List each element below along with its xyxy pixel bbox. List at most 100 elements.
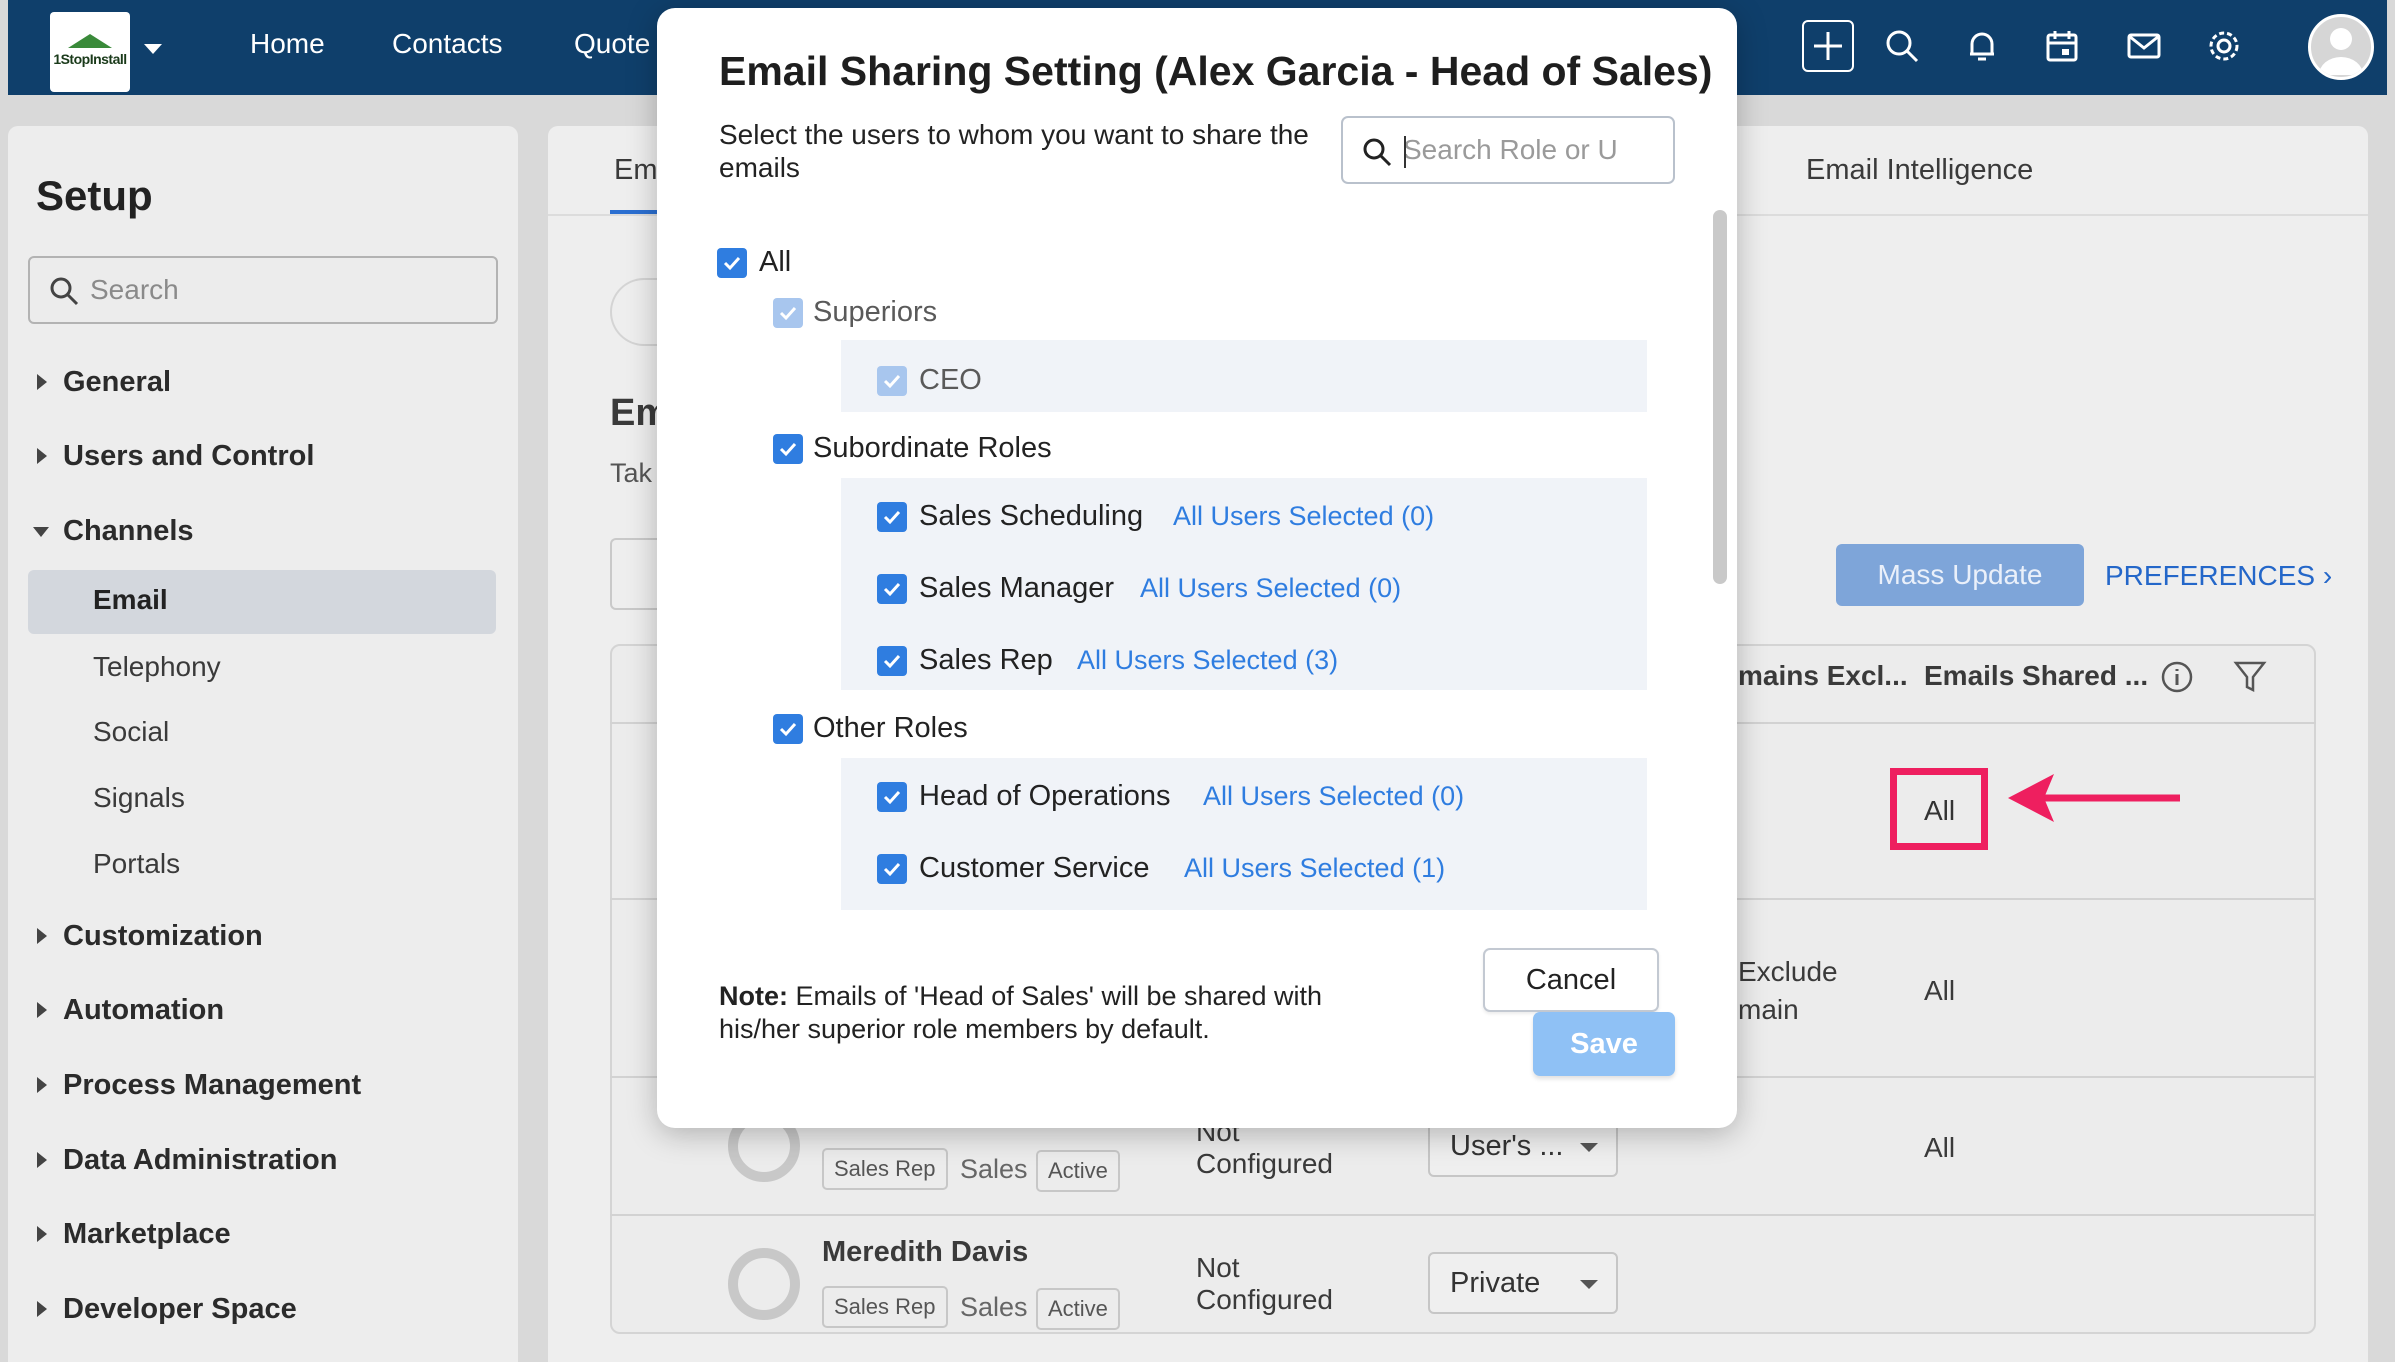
sidebar-section-process-management[interactable]: Process Management xyxy=(37,1069,362,1102)
sidebar-item-email[interactable]: Email xyxy=(93,584,168,616)
role-search-box[interactable] xyxy=(1341,116,1675,184)
chevron-down-icon xyxy=(1580,1280,1598,1289)
sidebar-section-automation[interactable]: Automation xyxy=(37,994,225,1027)
create-plus-icon[interactable] xyxy=(1802,20,1854,72)
bell-icon[interactable] xyxy=(1962,26,2002,66)
sales-scheduling-users-link[interactable]: All Users Selected (0) xyxy=(1173,501,1434,532)
customer-service-users-link[interactable]: All Users Selected (1) xyxy=(1184,853,1445,884)
org-switcher-chevron-down-icon[interactable] xyxy=(144,44,162,54)
modal-title: Email Sharing Setting (Alex Garcia - Hea… xyxy=(719,48,1713,94)
gear-icon[interactable] xyxy=(2204,26,2244,66)
sales-manager-users-link[interactable]: All Users Selected (0) xyxy=(1140,573,1401,604)
sidebar-section-general[interactable]: General xyxy=(37,366,171,399)
sidebar-item-social[interactable]: Social xyxy=(93,716,169,748)
note-label: Note: xyxy=(719,981,788,1011)
info-icon[interactable] xyxy=(2160,660,2194,694)
chevron-down-icon xyxy=(1580,1143,1598,1152)
note-text: Emails of 'Head of Sales' will be shared… xyxy=(719,981,1323,1044)
search-icon xyxy=(50,277,79,306)
section-label: Customization xyxy=(63,920,263,952)
tab-email-intelligence[interactable]: Email Intelligence xyxy=(1806,154,2033,187)
role-tag: Sales Rep xyxy=(822,1286,948,1328)
chevron-right-icon xyxy=(37,1301,47,1317)
sidebar-section-developer-space[interactable]: Developer Space xyxy=(37,1293,297,1326)
nav-home[interactable]: Home xyxy=(250,28,325,60)
row-2-domain-line2: main xyxy=(1738,994,1799,1025)
chevron-right-icon xyxy=(37,448,47,464)
checkbox-sales-manager[interactable] xyxy=(877,574,907,604)
label-sales-manager: Sales Manager xyxy=(919,572,1115,604)
sidebar-item-signals[interactable]: Signals xyxy=(93,782,185,814)
label-customer-service: Customer Service xyxy=(919,852,1150,884)
row-4-config-line2: Configured xyxy=(1196,1284,1333,1315)
nav-quotes[interactable]: Quote xyxy=(574,28,650,60)
tab-email-partial[interactable]: Em xyxy=(614,154,658,187)
chevron-right-icon xyxy=(37,1077,47,1093)
section-label: Data Administration xyxy=(63,1144,338,1176)
chevron-right-icon xyxy=(37,928,47,944)
nav-contacts[interactable]: Contacts xyxy=(392,28,503,60)
chevron-right-icon xyxy=(37,374,47,390)
section-label: Process Management xyxy=(63,1069,362,1101)
sidebar-section-users-and-control[interactable]: Users and Control xyxy=(37,440,314,473)
preferences-link[interactable]: PREFERENCES › xyxy=(2105,560,2332,592)
email-sharing-modal: Email Sharing Setting (Alex Garcia - Hea… xyxy=(657,8,1737,1128)
head-of-operations-users-link[interactable]: All Users Selected (0) xyxy=(1203,781,1464,812)
row-1-emails-shared[interactable]: All xyxy=(1924,795,1955,827)
role-search-input[interactable] xyxy=(1403,130,1663,170)
filter-icon[interactable] xyxy=(2232,658,2268,694)
checkbox-subordinate-roles[interactable] xyxy=(773,434,803,464)
checkbox-superiors xyxy=(773,298,803,328)
row-2-emails-shared[interactable]: All xyxy=(1924,975,1955,1007)
search-icon[interactable] xyxy=(1882,26,1922,66)
chevron-down-icon xyxy=(33,527,49,537)
sidebar-section-data-administration[interactable]: Data Administration xyxy=(37,1144,338,1177)
sidebar-search-input[interactable] xyxy=(90,270,470,310)
checkbox-all[interactable] xyxy=(717,248,747,278)
save-button[interactable]: Save xyxy=(1533,1012,1675,1076)
label-other-roles: Other Roles xyxy=(813,712,968,744)
dropdown-value: Private xyxy=(1450,1266,1541,1299)
section-label: Automation xyxy=(63,994,225,1026)
column-header-emails-shared[interactable]: Emails Shared ... xyxy=(1924,660,2148,692)
column-header-domains-excluded[interactable]: mains Excl... xyxy=(1738,660,1908,692)
label-sales-scheduling: Sales Scheduling xyxy=(919,500,1144,532)
sidebar-search[interactable] xyxy=(28,256,498,324)
sales-rep-users-link[interactable]: All Users Selected (3) xyxy=(1077,645,1338,676)
checkbox-sales-rep[interactable] xyxy=(877,646,907,676)
sidebar-item-portals[interactable]: Portals xyxy=(93,848,180,880)
checkbox-customer-service[interactable] xyxy=(877,854,907,884)
label-head-of-operations: Head of Operations xyxy=(919,780,1171,812)
status-badge: Active xyxy=(1036,1288,1120,1330)
calendar-icon[interactable] xyxy=(2042,26,2082,66)
search-icon xyxy=(1363,138,1392,167)
user-name[interactable]: Meredith Davis xyxy=(822,1236,1028,1269)
sharing-dropdown[interactable]: Private xyxy=(1428,1252,1618,1314)
modal-note: Note: Emails of 'Head of Sales' will be … xyxy=(719,980,1359,1046)
department-label: Sales xyxy=(960,1292,1028,1322)
preferences-label: PREFERENCES xyxy=(2105,560,2316,591)
sidebar-item-telephony[interactable]: Telephony xyxy=(93,651,221,683)
checkbox-head-of-operations[interactable] xyxy=(877,782,907,812)
row-4-config-line1: Not xyxy=(1196,1252,1240,1283)
row-3-config-line2: Configured xyxy=(1196,1148,1333,1179)
cancel-button[interactable]: Cancel xyxy=(1483,948,1659,1012)
dropdown-value: User's ... xyxy=(1450,1129,1564,1162)
sidebar-section-channels[interactable]: Channels xyxy=(33,515,194,548)
user-avatar[interactable] xyxy=(2308,14,2374,80)
text-cursor xyxy=(1404,136,1406,168)
mail-icon[interactable] xyxy=(2124,26,2164,66)
section-label: Marketplace xyxy=(63,1218,231,1250)
sidebar-section-marketplace[interactable]: Marketplace xyxy=(37,1218,231,1251)
mass-update-button[interactable]: Mass Update xyxy=(1836,544,2084,606)
company-logo[interactable]: 1StopInstall xyxy=(50,12,130,92)
list-scrollbar[interactable] xyxy=(1713,210,1727,584)
checkbox-other-roles[interactable] xyxy=(773,714,803,744)
row-3-emails-shared[interactable]: All xyxy=(1924,1132,1955,1164)
logo-roof-icon xyxy=(68,34,112,48)
role-selection-list: All Superiors CEO Subordinate Roles Sale… xyxy=(697,204,1703,910)
sidebar-section-customization[interactable]: Customization xyxy=(37,920,263,953)
checkbox-sales-scheduling[interactable] xyxy=(877,502,907,532)
checkbox-ceo xyxy=(877,366,907,396)
label-subordinate-roles: Subordinate Roles xyxy=(813,432,1052,464)
